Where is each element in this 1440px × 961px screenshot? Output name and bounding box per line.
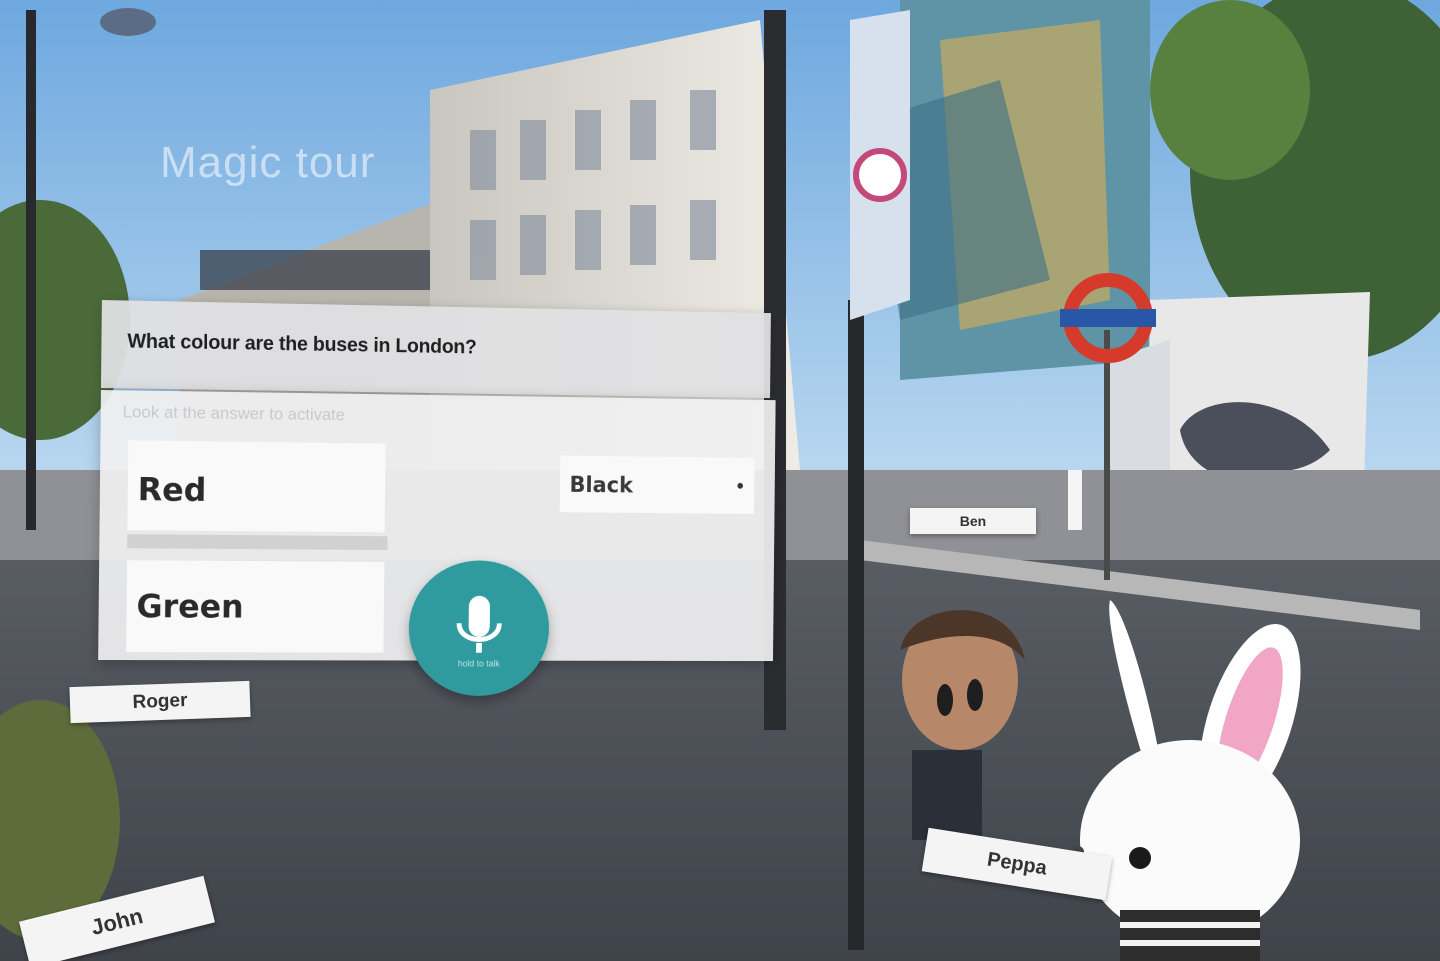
- vr-viewport: Magic tour What colour are the buses in …: [0, 0, 1440, 961]
- question-text: What colour are the buses in London?: [127, 330, 476, 359]
- microphone-icon: [408, 560, 550, 696]
- answer-red-button[interactable]: Red: [127, 440, 385, 532]
- answer-black-button[interactable]: Black: [560, 456, 755, 514]
- question-header: What colour are the buses in London?: [101, 300, 771, 398]
- nametag-ben: Ben: [910, 508, 1036, 534]
- microphone-button[interactable]: hold to talk: [408, 560, 550, 696]
- answer-divider: [127, 534, 387, 550]
- nametag-roger: Roger: [69, 681, 250, 723]
- microphone-label: hold to talk: [408, 659, 548, 669]
- answers-panel: Look at the answer to activate Red Green…: [98, 390, 775, 661]
- answer-black-label: Black: [569, 473, 633, 498]
- quiz-panel: What colour are the buses in London? Loo…: [98, 300, 776, 663]
- instruction-text: Look at the answer to activate: [123, 402, 345, 425]
- answer-green-button[interactable]: Green: [126, 560, 384, 652]
- gaze-cursor-dot: [737, 483, 743, 489]
- scene-title-overlay: Magic tour: [160, 138, 375, 188]
